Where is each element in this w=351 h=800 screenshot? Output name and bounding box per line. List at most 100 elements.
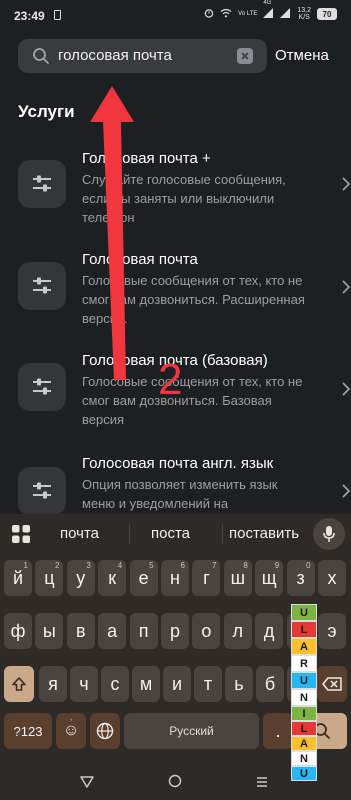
key[interactable]: а [98,613,127,649]
key-hint: 0 [306,561,311,570]
key[interactable]: я [39,666,67,702]
sim-icon [54,10,61,20]
suggestion-1[interactable]: почта [60,525,99,542]
sliders-icon [33,277,51,294]
key[interactable]: в [66,613,95,649]
key[interactable]: х [318,560,346,596]
service-icon [18,262,66,310]
watermark-letter: N [291,751,317,766]
service-description: Опция позволяет изменить язык меню и уве… [82,477,278,511]
service-icon [18,363,66,411]
back-nav-icon[interactable] [80,775,94,793]
key[interactable]: у3 [66,560,95,596]
recents-nav-icon[interactable] [256,775,268,793]
service-item[interactable]: Голосовая почта Голосовые сообщения от т… [18,251,351,331]
watermark-letter: L [291,621,317,638]
key[interactable]: ф [4,613,32,649]
key[interactable]: к4 [98,560,127,596]
service-icon [18,160,66,208]
service-item[interactable]: Голосовая почта + Слушайте голосовые соо… [18,150,351,225]
clear-search-button[interactable] [237,48,253,64]
key-label: у [76,567,86,588]
globe-icon [96,722,114,740]
network-type: 4G [263,0,272,6]
key[interactable]: п [129,613,158,649]
suggestion-2[interactable]: поста [151,525,190,542]
cancel-button[interactable]: Отмена [275,47,329,64]
key-hint: 3 [86,561,91,570]
key[interactable]: б [256,666,284,702]
wifi-icon [220,8,232,20]
sliders-icon [33,378,51,395]
suggestion-3[interactable]: поставить [229,525,299,542]
key[interactable]: л [223,613,252,649]
watermark-letter: U [291,766,317,781]
key-label: г [203,567,210,588]
watermark-letter: U [291,604,317,621]
backspace-key[interactable] [317,666,347,702]
speed-value: 13,2 [297,7,311,14]
battery-level: 70 [322,9,332,19]
key[interactable]: й1 [4,560,32,596]
watermark-letter: A [291,638,317,655]
suggestion-divider [222,524,223,544]
key[interactable]: э [318,613,346,649]
key[interactable]: д [255,613,284,649]
microphone-icon [323,526,335,542]
service-icon [18,467,66,515]
key-label: щ [261,567,277,588]
search-bar[interactable]: голосовая почта [18,39,267,73]
watermark-letter: A [291,736,317,751]
watermark-letter: L [291,721,317,736]
key[interactable]: г7 [192,560,221,596]
suggestion-divider [129,524,130,544]
period-key[interactable]: . [263,713,293,749]
service-description: Слушайте голосовые сообщения, если вы за… [82,172,286,225]
key[interactable]: е5 [129,560,158,596]
language-key[interactable] [90,713,120,749]
key-label: х [327,567,337,588]
emoji-key[interactable]: , ☺ [56,712,86,749]
service-item[interactable]: Голосовая почта (базовая) Голосовые сооб… [18,352,351,432]
key-label: ц [44,567,55,588]
key-label: к [108,567,117,588]
search-icon [32,47,50,70]
apps-grid-icon[interactable] [11,524,31,549]
chevron-right-icon [342,280,351,299]
suggestion-bar: почта поста поставить [0,514,351,554]
key[interactable]: ы [35,613,64,649]
service-item[interactable]: Голосовая почта англ. язык Опция позволя… [18,455,351,515]
space-key[interactable]: Русский [124,713,259,749]
key[interactable]: ш8 [223,560,252,596]
key-label: й [12,567,24,588]
sliders-icon [33,482,51,499]
search-input[interactable]: голосовая почта [58,47,172,64]
backspace-icon [322,677,342,691]
key[interactable]: з0 [286,560,315,596]
key-hint: 5 [149,561,154,570]
key[interactable]: ч [70,666,98,702]
comma-hint: , [69,712,73,723]
key[interactable]: щ9 [255,560,284,596]
key[interactable]: м [132,666,160,702]
arrow-shape [90,86,134,380]
shift-key[interactable] [4,666,34,702]
microphone-button[interactable] [313,518,345,550]
key[interactable]: ц2 [35,560,64,596]
key[interactable]: т [194,666,222,702]
key[interactable]: ь [225,666,253,702]
key[interactable]: о [192,613,221,649]
key[interactable]: н6 [161,560,189,596]
signal-icon-2 [280,8,291,20]
numbers-key[interactable]: ?123 [4,713,52,749]
key[interactable]: р [161,613,189,649]
status-time: 23:49 [14,9,45,23]
section-title: Услуги [18,102,75,121]
watermark-letter: R [291,655,317,672]
key[interactable]: и [163,666,191,702]
sliders-icon [33,175,51,192]
home-nav-icon[interactable] [168,774,182,793]
emoji-icon: ☺ [62,722,80,739]
key[interactable]: с [101,666,129,702]
service-title: Голосовая почта англ. язык [82,455,274,472]
